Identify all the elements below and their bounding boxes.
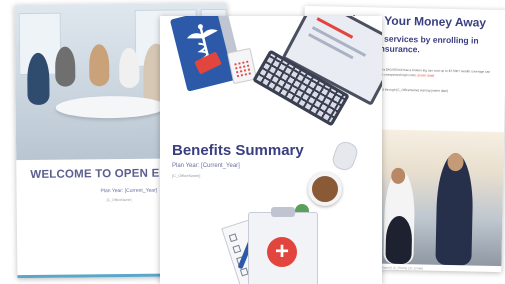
benefits-summary-page: Benefits Summary Plan Year: [Current_Yea… <box>160 16 382 284</box>
office-name-label: [C_OfficeName] <box>172 173 201 178</box>
flyer-date-placeholder: [insert date] <box>417 73 435 78</box>
office-name-label: [C_OfficeName] <box>106 197 132 203</box>
benefits-summary-title: Benefits Summary <box>172 142 304 159</box>
plus-icon: + <box>267 237 297 267</box>
clipboard-icon: + <box>248 207 318 284</box>
plan-year-label: Plan Year: [Current_Year] <box>100 187 158 195</box>
coffee-cup-icon <box>308 172 342 206</box>
plan-year-label: Plan Year: [Current_Year] <box>172 163 240 169</box>
mouse-icon <box>329 139 361 173</box>
